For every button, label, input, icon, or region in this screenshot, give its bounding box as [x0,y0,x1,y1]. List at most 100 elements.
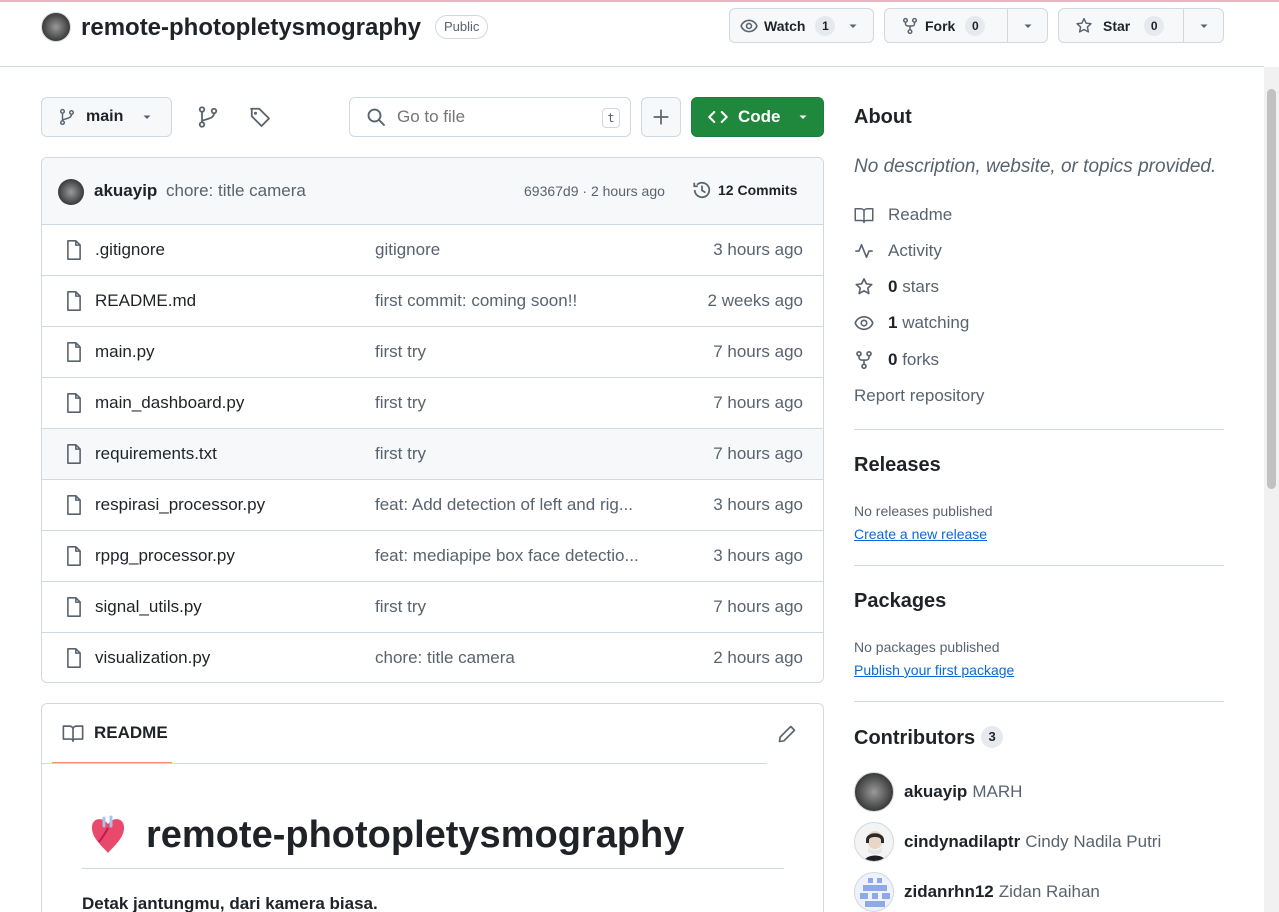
owner-avatar[interactable] [41,12,71,42]
stars-label: stars [902,277,940,296]
commits-link[interactable]: 12 Commits [692,180,797,200]
file-commit-message[interactable]: first try [375,393,426,413]
file-commit-message[interactable]: first commit: coming soon!! [375,291,577,311]
file-commit-message[interactable]: feat: mediapipe box face detectio... [375,546,639,566]
repo-name[interactable]: remote-photopletysmography [81,12,421,44]
contributors-heading[interactable]: Contributors 3 [854,726,1004,750]
star-icon [854,277,874,297]
contributor-login: akuayip [904,782,968,801]
readme-link-label: Readme [888,205,953,224]
file-name[interactable]: requirements.txt [95,444,217,464]
activity-link[interactable]: Activity [854,241,942,261]
releases-heading[interactable]: Releases [854,454,941,477]
divider [854,701,1224,702]
file-name[interactable]: signal_utils.py [95,597,202,617]
readme-title: remote-photopletysmography [88,812,684,858]
contributor-item[interactable]: cindynadilaptr Cindy Nadila Putri [854,822,1161,862]
table-row[interactable]: README.md first commit: coming soon!! 2 we… [42,276,823,327]
forks-count: 0 [888,350,898,369]
scrollbar-thumb[interactable] [1267,89,1276,489]
table-row[interactable]: main_dashboard.py first try 7 hours ago [42,378,823,429]
commit-message[interactable]: chore: title camera [166,181,306,201]
history-icon [692,180,712,200]
watching-link[interactable]: 1 watching [854,313,969,333]
file-commit-message[interactable]: gitignore [375,240,440,260]
table-row[interactable]: .gitignore gitignore 3 hours ago [42,225,823,276]
page-scrollbar[interactable] [1264,67,1279,912]
eye-icon [740,17,758,35]
file-commit-message[interactable]: chore: title camera [375,648,515,668]
chevron-down-icon[interactable] [847,20,859,32]
watch-button[interactable]: Watch 1 [729,8,874,43]
fork-label: Fork [925,17,956,34]
chevron-down-icon [1198,20,1210,32]
table-row[interactable]: rppg_processor.py feat: mediapipe box fac… [42,531,823,582]
file-name[interactable]: main_dashboard.py [95,393,244,413]
tag-icon[interactable] [248,105,272,129]
stars-link[interactable]: 0 stars [854,277,939,297]
file-commit-message[interactable]: first try [375,597,426,617]
forks-link[interactable]: 0 forks [854,350,939,370]
pencil-icon[interactable] [777,724,797,744]
file-name[interactable]: rppg_processor.py [95,546,235,566]
report-repository-link[interactable]: Report repository [854,386,984,406]
readme-link[interactable]: Readme [854,205,952,225]
table-row[interactable]: respirasi_processor.py feat: Add detectio… [42,480,823,531]
branches-icon[interactable] [196,105,220,129]
packages-heading[interactable]: Packages [854,590,946,613]
star-label: Star [1103,17,1131,34]
divider [854,429,1224,430]
visibility-badge: Public [435,15,489,39]
divider [42,763,767,764]
file-icon [64,341,84,363]
branch-icon [58,108,76,126]
file-commit-message[interactable]: first try [375,444,426,464]
avatar [854,772,894,812]
readme-subtitle: Detak jantungmu, dari kamera biasa. [82,894,378,912]
fork-dropdown[interactable] [1007,9,1047,42]
file-commit-time: 2 hours ago [713,648,803,667]
star-button[interactable]: Star 0 [1058,8,1224,43]
file-name[interactable]: main.py [95,342,155,362]
file-commit-time: 3 hours ago [713,240,803,259]
file-icon [64,494,84,516]
commit-author[interactable]: akuayip [94,181,157,201]
file-icon [64,239,84,261]
file-commit-time: 3 hours ago [713,546,803,565]
table-row[interactable]: main.py first try 7 hours ago [42,327,823,378]
file-commit-message[interactable]: first try [375,342,426,362]
code-button[interactable]: Code [691,97,824,137]
table-row[interactable]: signal_utils.py first try 7 hours ago [42,582,823,633]
file-name[interactable]: respirasi_processor.py [95,495,265,515]
add-file-button[interactable] [641,97,681,137]
file-name[interactable]: README.md [95,291,196,311]
divider [82,868,784,869]
contributor-item[interactable]: zidanrhn12 Zidan Raihan [854,872,1100,912]
star-dropdown[interactable] [1183,9,1223,42]
file-commit-time: 7 hours ago [713,393,803,412]
watching-count: 1 [888,313,898,332]
fork-icon [901,17,919,35]
branch-selector[interactable]: main [41,97,172,137]
create-release-link[interactable]: Create a new release [854,526,987,542]
commit-author-avatar[interactable] [58,179,84,205]
pulse-icon [854,241,874,261]
table-row[interactable]: requirements.txt first try 7 hours ago [42,429,823,480]
contributor-login: cindynadilaptr [904,832,1021,851]
file-name[interactable]: visualization.py [95,648,210,668]
contributor-item[interactable]: akuayip MARH [854,772,1022,812]
table-row[interactable]: visualization.py chore: title camera 2 hou… [42,633,823,682]
go-to-file-search[interactable]: t [349,97,631,137]
file-icon [64,647,84,669]
publish-package-link[interactable]: Publish your first package [854,662,1014,678]
file-commit-message[interactable]: feat: Add detection of left and rig... [375,495,633,515]
readme-tab[interactable]: README [52,704,172,764]
readme-tab-label: README [94,723,168,742]
file-commit-time: 7 hours ago [713,342,803,361]
readme-panel: README remote-photopletysmography Detak … [41,703,824,912]
fork-button[interactable]: Fork 0 [884,8,1048,43]
file-name[interactable]: .gitignore [95,240,165,260]
commit-sha-time[interactable]: 69367d9 · 2 hours ago [524,183,665,199]
search-input[interactable] [397,107,597,127]
divider [854,565,1224,566]
